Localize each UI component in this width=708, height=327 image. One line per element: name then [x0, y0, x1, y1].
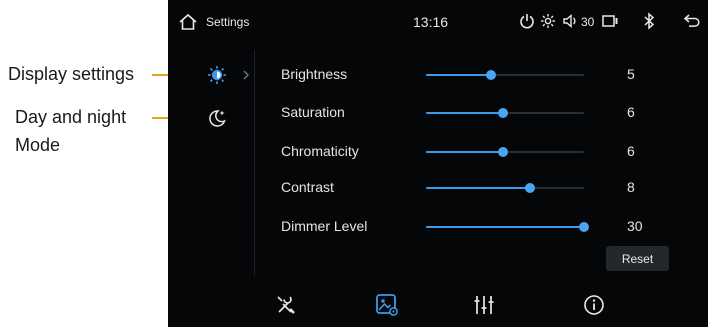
saturation-value: 6	[627, 104, 635, 120]
clock: 13:16	[413, 14, 449, 30]
settings-screen: Settings 13:16 30 Brightness 5 Saturatio…	[168, 0, 708, 327]
equalizer-icon[interactable]	[468, 289, 500, 321]
power-icon[interactable]	[518, 12, 536, 30]
sidebar-divider	[254, 50, 255, 276]
reset-button[interactable]: Reset	[606, 246, 669, 271]
contrast-slider-fill	[426, 187, 531, 189]
bottom-nav	[168, 284, 708, 327]
day-night-mode-icon[interactable]	[206, 107, 228, 129]
chromaticity-slider-thumb[interactable]	[498, 147, 509, 157]
back-icon[interactable]	[682, 12, 702, 30]
contrast-slider[interactable]	[426, 183, 584, 193]
info-icon[interactable]	[578, 289, 610, 321]
dimmer-level-slider-thumb[interactable]	[579, 222, 589, 232]
setting-row-dimmer-level: Dimmer Level 30	[281, 214, 681, 240]
setting-row-contrast: Contrast 8	[281, 175, 681, 201]
saturation-slider-fill	[426, 112, 504, 114]
saturation-slider[interactable]	[426, 108, 584, 118]
setting-row-brightness: Brightness 5	[281, 62, 681, 88]
setting-row-saturation: Saturation 6	[281, 100, 681, 126]
chromaticity-label: Chromaticity	[281, 143, 359, 159]
bluetooth-icon[interactable]	[640, 11, 658, 31]
chromaticity-value: 6	[627, 143, 635, 159]
contrast-label: Contrast	[281, 179, 334, 195]
setting-row-chromaticity: Chromaticity 6	[281, 139, 681, 165]
chromaticity-slider[interactable]	[426, 147, 584, 157]
contrast-value: 8	[627, 179, 635, 195]
brightness-label: Brightness	[281, 66, 348, 82]
brightness-icon[interactable]	[539, 12, 557, 30]
home-icon[interactable]	[177, 11, 199, 33]
dimmer-level-value: 30	[627, 218, 643, 234]
tools-icon[interactable]	[270, 289, 302, 321]
chevron-right-icon	[240, 66, 252, 84]
saturation-label: Saturation	[281, 104, 345, 120]
contrast-slider-thumb[interactable]	[525, 183, 536, 193]
dimmer-level-label: Dimmer Level	[281, 218, 368, 234]
brightness-value: 5	[627, 66, 635, 82]
dimmer-level-slider-fill	[426, 226, 584, 228]
brightness-slider-fill	[426, 74, 491, 76]
volume-level: 30	[581, 15, 595, 29]
display-settings-callout: Display settings	[8, 64, 135, 84]
brightness-slider[interactable]	[426, 70, 584, 80]
saturation-slider-thumb[interactable]	[498, 108, 509, 118]
screen-title: Settings	[206, 15, 250, 29]
brightness-slider-thumb[interactable]	[485, 70, 496, 80]
day-night-callout-line1: Day and night	[15, 107, 127, 127]
display-settings-icon[interactable]	[206, 64, 228, 86]
screen-icon[interactable]	[601, 12, 621, 30]
display-icon[interactable]	[371, 289, 403, 321]
day-night-callout-line2: Mode	[15, 135, 61, 155]
speaker-icon[interactable]	[561, 12, 579, 30]
dimmer-level-slider[interactable]	[426, 222, 589, 232]
status-bar: Settings 13:16 30	[168, 0, 708, 42]
chromaticity-slider-fill	[426, 151, 504, 153]
